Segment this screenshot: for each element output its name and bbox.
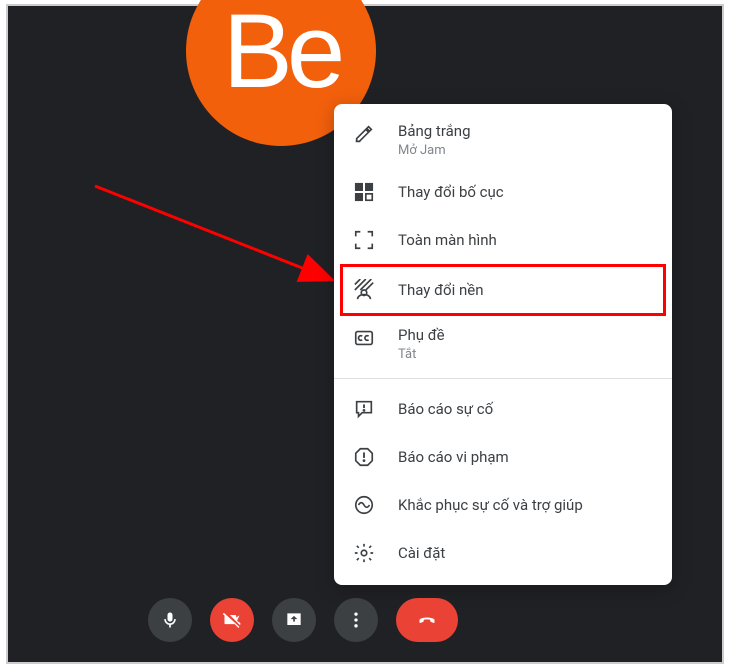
microphone-button[interactable] bbox=[148, 598, 192, 642]
more-options-button[interactable] bbox=[334, 598, 378, 642]
menu-label-fullscreen: Toàn màn hình bbox=[398, 231, 497, 249]
menu-item-captions[interactable]: Phụ đề Tắt bbox=[334, 316, 672, 372]
menu-label-change-layout: Thay đổi bố cục bbox=[398, 183, 504, 201]
menu-label-settings: Cài đặt bbox=[398, 544, 445, 562]
menu-item-report-abuse[interactable]: Báo cáo vi phạm bbox=[334, 433, 672, 481]
toolbar bbox=[148, 598, 458, 642]
more-options-menu: Bảng trắng Mở Jam Thay đổi bố cục Toàn m… bbox=[334, 104, 672, 585]
menu-label-captions: Phụ đề bbox=[398, 326, 445, 344]
menu-item-report-problem[interactable]: Báo cáo sự cố bbox=[334, 385, 672, 433]
menu-label-troubleshoot: Khắc phục sự cố và trợ giúp bbox=[398, 496, 583, 514]
hangup-button[interactable] bbox=[396, 598, 458, 642]
menu-label-report-problem: Báo cáo sự cố bbox=[398, 400, 493, 418]
menu-label-report-abuse: Báo cáo vi phạm bbox=[398, 448, 509, 466]
menu-item-troubleshoot[interactable]: Khắc phục sự cố và trợ giúp bbox=[334, 481, 672, 529]
menu-item-settings[interactable]: Cài đặt bbox=[334, 529, 672, 577]
fullscreen-icon bbox=[352, 228, 376, 252]
camera-off-button[interactable] bbox=[210, 598, 254, 642]
change-background-icon bbox=[352, 278, 376, 302]
menu-item-whiteboard[interactable]: Bảng trắng Mở Jam bbox=[334, 112, 672, 168]
layout-icon bbox=[352, 180, 376, 204]
gear-icon bbox=[352, 541, 376, 565]
troubleshoot-icon bbox=[352, 493, 376, 517]
report-abuse-icon bbox=[352, 445, 376, 469]
menu-label-whiteboard: Bảng trắng bbox=[398, 122, 471, 140]
menu-sub-captions: Tắt bbox=[398, 347, 445, 362]
annotation-arrow bbox=[90, 181, 345, 291]
present-button[interactable] bbox=[272, 598, 316, 642]
highlight-box bbox=[340, 264, 666, 316]
captions-icon bbox=[352, 326, 376, 350]
menu-label-change-background: Thay đổi nền bbox=[398, 281, 484, 299]
avatar-initials: Be bbox=[223, 0, 339, 104]
menu-item-fullscreen[interactable]: Toàn màn hình bbox=[334, 216, 672, 264]
meeting-area: Be Bảng trắng Mở Jam Thay đổi bố cục bbox=[6, 4, 724, 664]
menu-item-change-layout[interactable]: Thay đổi bố cục bbox=[334, 168, 672, 216]
menu-item-change-background[interactable]: Thay đổi nền bbox=[334, 264, 672, 316]
pencil-icon bbox=[352, 122, 376, 146]
menu-divider bbox=[334, 378, 672, 379]
feedback-icon bbox=[352, 397, 376, 421]
menu-sub-whiteboard: Mở Jam bbox=[398, 143, 471, 158]
